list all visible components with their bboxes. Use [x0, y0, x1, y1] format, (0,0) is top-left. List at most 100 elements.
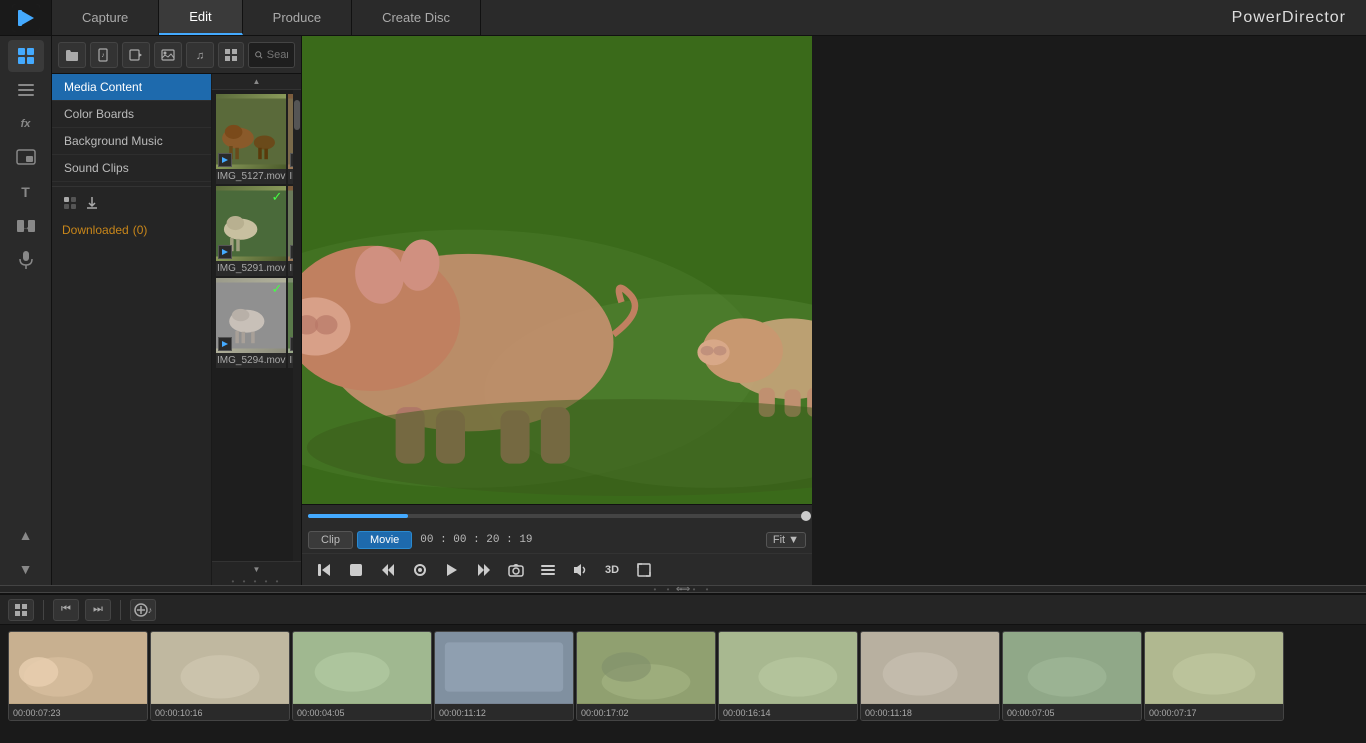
check-mark-4: ✓	[271, 189, 282, 205]
library-item-media-content[interactable]: Media Content	[52, 74, 211, 101]
sidebar-pip-icon[interactable]	[8, 142, 44, 174]
record-button[interactable]	[408, 558, 432, 582]
corner-mark-7	[218, 337, 232, 351]
grid-scrollbar[interactable]	[293, 90, 301, 561]
time-slider[interactable]	[308, 514, 806, 518]
stop-button[interactable]	[344, 558, 368, 582]
clip-button[interactable]: Clip	[308, 531, 353, 549]
search-icon	[255, 49, 263, 61]
sidebar-title-icon[interactable]: T	[8, 176, 44, 208]
corner-mark-5	[290, 245, 293, 259]
menu-button[interactable]	[536, 558, 560, 582]
video-file-button[interactable]	[122, 42, 150, 68]
sidebar-up-icon[interactable]: ▲	[8, 519, 44, 551]
library-panel: ♪ ♫	[52, 36, 301, 585]
scroll-up-btn[interactable]: ▲	[212, 74, 301, 90]
corner-mark-8	[290, 337, 293, 351]
media-item-img5292[interactable]: ✓ IMG_5292.mov	[288, 186, 293, 276]
panel-resize-handle[interactable]: • • • • • ⟺	[0, 585, 1366, 593]
timeline-track-2[interactable]: 00:00:10:16	[150, 631, 290, 721]
media-grid-row2: ✓ IMG_5291.mov	[216, 186, 289, 276]
scrollbar-thumb[interactable]	[294, 100, 300, 130]
download-icon-2	[84, 195, 100, 211]
corner-mark-1	[218, 153, 232, 167]
preview-video	[302, 36, 812, 504]
sidebar-media-icon[interactable]	[8, 40, 44, 72]
svg-text:♪: ♪	[101, 52, 105, 59]
grid-area: ▲	[212, 74, 301, 585]
play-button[interactable]	[440, 558, 464, 582]
movie-button[interactable]: Movie	[357, 531, 412, 549]
sidebar-fx-icon[interactable]: fx	[8, 108, 44, 140]
logo-area	[0, 0, 52, 35]
check-mark-7: ✓	[271, 281, 282, 297]
snapshot-button[interactable]	[504, 558, 528, 582]
media-label-4: IMG_5291.mov	[216, 261, 286, 276]
sidebar-audio-icon[interactable]	[8, 74, 44, 106]
expand-button[interactable]	[632, 558, 656, 582]
scene-background	[302, 36, 812, 504]
timeline-next-btn[interactable]: ⏭	[85, 599, 111, 621]
goto-start-button[interactable]	[312, 558, 336, 582]
3d-button[interactable]: 3D	[600, 558, 624, 582]
timeline-grid-btn[interactable]	[8, 599, 34, 621]
tab-create-disc[interactable]: Create Disc	[352, 0, 481, 35]
media-label-5: IMG_5292.mov	[288, 261, 293, 276]
image-file-button[interactable]	[154, 42, 182, 68]
timeline-track-7[interactable]: 00:00:11:18	[860, 631, 1000, 721]
volume-button[interactable]	[568, 558, 592, 582]
timeline-track-5[interactable]: 00:00:17:02	[576, 631, 716, 721]
timeline-add-btn[interactable]: ♪	[130, 599, 156, 621]
timeline-track-9[interactable]: 00:00:07:17	[1144, 631, 1284, 721]
timeline-track-3[interactable]: 00:00:04:05	[292, 631, 432, 721]
timeline-prev-btn[interactable]: ⏮	[53, 599, 79, 621]
preview-controls: Clip Movie 00 : 00 : 20 : 19 Fit ▼	[302, 504, 812, 585]
corner-mark-4	[218, 245, 232, 259]
media-grid-container: IMG_5127.mov	[212, 90, 293, 561]
resize-expand-icon: ⟺	[676, 584, 690, 595]
download-section	[52, 186, 211, 219]
timeline-track-4[interactable]: 00:00:11:12	[434, 631, 574, 721]
sidebar-down-icon[interactable]: ▼	[8, 553, 44, 585]
timeline-track-1[interactable]: 00:00:07:23	[8, 631, 148, 721]
time-handle[interactable]	[801, 511, 811, 521]
fit-select[interactable]: Fit ▼	[766, 532, 806, 548]
downloaded-section: Downloaded (0)	[52, 219, 211, 245]
library-item-color-boards[interactable]: Color Boards	[52, 101, 211, 128]
tab-edit[interactable]: Edit	[159, 0, 242, 35]
scroll-down-btn[interactable]: ▼	[212, 561, 301, 577]
audio-file-button[interactable]: ♫	[186, 42, 214, 68]
music-file-button[interactable]: ♪	[90, 42, 118, 68]
rewind-button[interactable]	[376, 558, 400, 582]
svg-text:♫: ♫	[196, 50, 204, 61]
search-input[interactable]	[267, 49, 288, 61]
timeline-track-6[interactable]: 00:00:16:14	[718, 631, 858, 721]
library-nav: Media Content Color Boards Background Mu…	[52, 74, 212, 585]
top-bar: Capture Edit Produce Create Disc PowerDi…	[0, 0, 1366, 36]
track-label-2: 00:00:10:16	[151, 704, 289, 721]
nav-tabs: Capture Edit Produce Create Disc	[52, 0, 1212, 35]
tab-produce[interactable]: Produce	[243, 0, 352, 35]
timeline-area: ⏮ ⏭ ♪ 00:00:07:23 00:00:10:16 0	[0, 593, 1366, 743]
timeline-track-8[interactable]: 00:00:07:05	[1002, 631, 1142, 721]
resize-handle[interactable]: • • • • •	[212, 577, 301, 585]
grid-view-button[interactable]	[218, 42, 244, 68]
fast-forward-button[interactable]	[472, 558, 496, 582]
media-item-img5295[interactable]: ✓ IMG_5295.mov	[288, 278, 293, 368]
playback-bar: 3D	[302, 553, 812, 585]
downloaded-label: Downloaded	[62, 223, 129, 237]
media-item-img5294[interactable]: ✓ IMG_5294.mov	[216, 278, 286, 368]
library-item-sound-clips[interactable]: Sound Clips	[52, 155, 211, 182]
sidebar-mic-icon[interactable]	[8, 244, 44, 276]
timeline-toolbar: ⏮ ⏭ ♪	[0, 595, 1366, 625]
media-item-img5127[interactable]: IMG_5127.mov	[216, 94, 286, 184]
app-logo	[12, 4, 40, 32]
media-item-img5291[interactable]: ✓ IMG_5291.mov	[216, 186, 286, 276]
media-item-img5128[interactable]: IMG_5128.mov	[288, 94, 293, 184]
search-box	[248, 42, 295, 68]
tab-capture[interactable]: Capture	[52, 0, 159, 35]
sidebar-transition-icon[interactable]: ↔	[8, 210, 44, 242]
library-item-background-music[interactable]: Background Music	[52, 128, 211, 155]
folder-button[interactable]	[58, 42, 86, 68]
track-label-7: 00:00:11:18	[861, 704, 999, 721]
